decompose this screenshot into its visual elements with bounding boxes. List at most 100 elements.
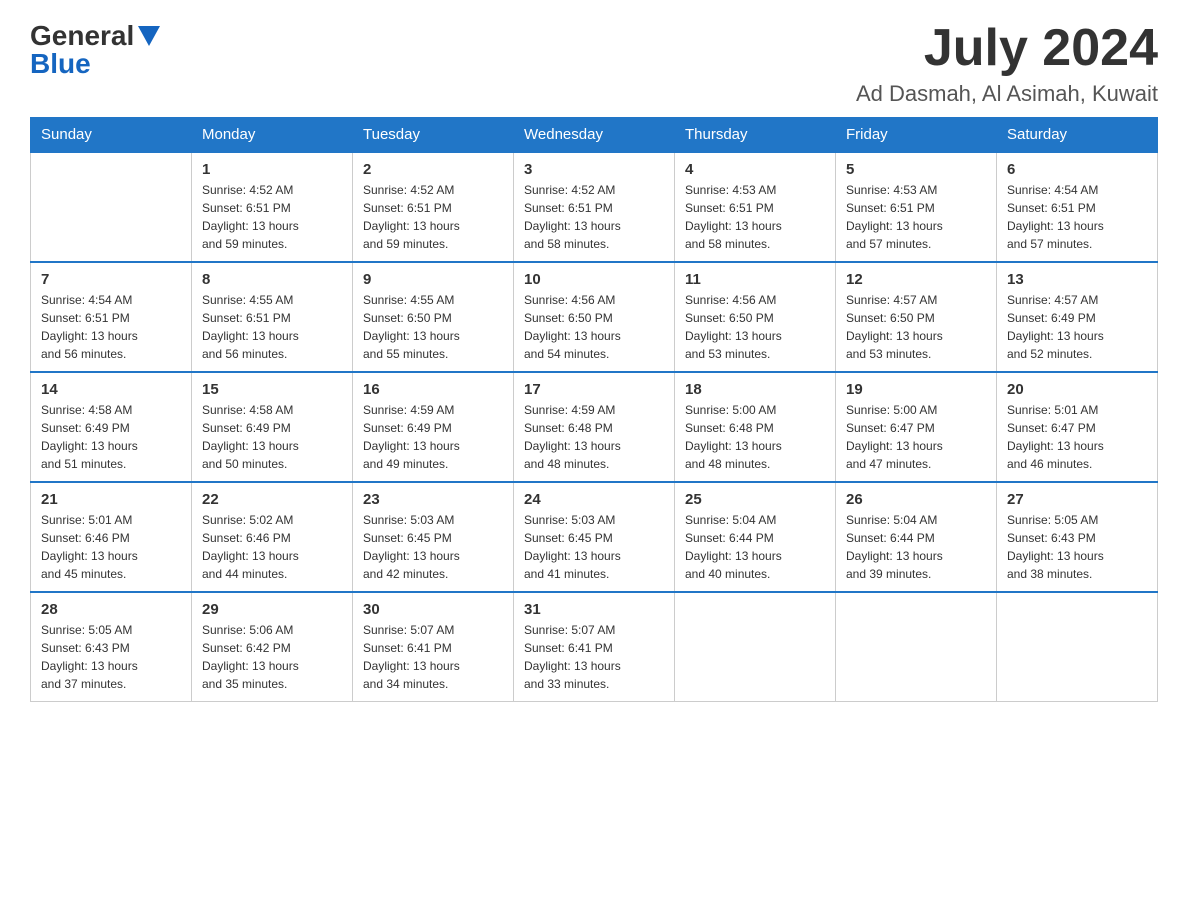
day-number: 23 (363, 491, 503, 508)
day-number: 31 (524, 601, 664, 618)
logo: General Blue (30, 20, 160, 80)
day-number: 3 (524, 161, 664, 178)
day-info: Sunrise: 4:59 AM Sunset: 6:49 PM Dayligh… (363, 401, 503, 473)
day-info: Sunrise: 4:58 AM Sunset: 6:49 PM Dayligh… (202, 401, 342, 473)
calendar-table: SundayMondayTuesdayWednesdayThursdayFrid… (30, 117, 1158, 702)
calendar-cell: 18Sunrise: 5:00 AM Sunset: 6:48 PM Dayli… (675, 372, 836, 482)
calendar-cell (675, 592, 836, 702)
calendar-cell: 11 Sunrise: 4:56 AM Sunset: 6:50 PM Dayli… (675, 262, 836, 372)
day-number: 4 (685, 161, 825, 178)
day-info: Sunrise: 4:57 AM Sunset: 6:49 PM Dayligh… (1007, 291, 1147, 363)
calendar-cell: 22Sunrise: 5:02 AM Sunset: 6:46 PM Dayli… (192, 482, 353, 592)
weekday-header-thursday: Thursday (675, 118, 836, 153)
day-info: Sunrise: 5:07 AM Sunset: 6:41 PM Dayligh… (363, 621, 503, 693)
day-number: 11 (685, 271, 825, 288)
calendar-cell: 12 Sunrise: 4:57 AM Sunset: 6:50 PM Dayli… (836, 262, 997, 372)
day-info: Sunrise: 4:52 AM Sunset: 6:51 PM Dayligh… (202, 181, 342, 253)
day-info: Sunrise: 4:59 AM Sunset: 6:48 PM Dayligh… (524, 401, 664, 473)
day-info: Sunrise: 4:54 AM Sunset: 6:51 PM Dayligh… (41, 291, 181, 363)
calendar-cell: 6 Sunrise: 4:54 AM Sunset: 6:51 PM Daylig… (997, 152, 1158, 262)
logo-blue-text: Blue (30, 48, 160, 80)
day-info: Sunrise: 4:54 AM Sunset: 6:51 PM Dayligh… (1007, 181, 1147, 253)
day-number: 16 (363, 381, 503, 398)
day-info: Sunrise: 4:52 AM Sunset: 6:51 PM Dayligh… (363, 181, 503, 253)
calendar-week-row: 7 Sunrise: 4:54 AM Sunset: 6:51 PM Daylig… (31, 262, 1158, 372)
day-info: Sunrise: 5:00 AM Sunset: 6:47 PM Dayligh… (846, 401, 986, 473)
calendar-cell: 24 Sunrise: 5:03 AM Sunset: 6:45 PM Dayli… (514, 482, 675, 592)
calendar-cell: 14 Sunrise: 4:58 AM Sunset: 6:49 PM Dayli… (31, 372, 192, 482)
calendar-cell: 15 Sunrise: 4:58 AM Sunset: 6:49 PM Dayli… (192, 372, 353, 482)
calendar-cell: 4Sunrise: 4:53 AM Sunset: 6:51 PM Daylig… (675, 152, 836, 262)
day-number: 27 (1007, 491, 1147, 508)
calendar-cell: 26 Sunrise: 5:04 AM Sunset: 6:44 PM Dayli… (836, 482, 997, 592)
day-number: 28 (41, 601, 181, 618)
day-number: 17 (524, 381, 664, 398)
day-info: Sunrise: 5:04 AM Sunset: 6:44 PM Dayligh… (685, 511, 825, 583)
calendar-cell: 13 Sunrise: 4:57 AM Sunset: 6:49 PM Dayli… (997, 262, 1158, 372)
calendar-cell: 23 Sunrise: 5:03 AM Sunset: 6:45 PM Dayli… (353, 482, 514, 592)
day-info: Sunrise: 5:03 AM Sunset: 6:45 PM Dayligh… (524, 511, 664, 583)
day-number: 25 (685, 491, 825, 508)
day-info: Sunrise: 5:06 AM Sunset: 6:42 PM Dayligh… (202, 621, 342, 693)
calendar-cell: 2 Sunrise: 4:52 AM Sunset: 6:51 PM Daylig… (353, 152, 514, 262)
weekday-header-tuesday: Tuesday (353, 118, 514, 153)
calendar-cell (836, 592, 997, 702)
day-number: 2 (363, 161, 503, 178)
day-number: 30 (363, 601, 503, 618)
calendar-cell: 5 Sunrise: 4:53 AM Sunset: 6:51 PM Daylig… (836, 152, 997, 262)
day-number: 24 (524, 491, 664, 508)
day-info: Sunrise: 4:55 AM Sunset: 6:51 PM Dayligh… (202, 291, 342, 363)
calendar-cell: 19Sunrise: 5:00 AM Sunset: 6:47 PM Dayli… (836, 372, 997, 482)
calendar-cell: 16 Sunrise: 4:59 AM Sunset: 6:49 PM Dayli… (353, 372, 514, 482)
day-number: 13 (1007, 271, 1147, 288)
calendar-week-row: 1 Sunrise: 4:52 AM Sunset: 6:51 PM Daylig… (31, 152, 1158, 262)
day-number: 29 (202, 601, 342, 618)
calendar-cell: 9Sunrise: 4:55 AM Sunset: 6:50 PM Daylig… (353, 262, 514, 372)
day-info: Sunrise: 5:03 AM Sunset: 6:45 PM Dayligh… (363, 511, 503, 583)
day-info: Sunrise: 4:58 AM Sunset: 6:49 PM Dayligh… (41, 401, 181, 473)
calendar-week-row: 14 Sunrise: 4:58 AM Sunset: 6:49 PM Dayli… (31, 372, 1158, 482)
day-number: 6 (1007, 161, 1147, 178)
day-number: 20 (1007, 381, 1147, 398)
calendar-cell: 1 Sunrise: 4:52 AM Sunset: 6:51 PM Daylig… (192, 152, 353, 262)
page-header: General Blue July 2024 Ad Dasmah, Al Asi… (30, 20, 1158, 107)
calendar-cell: 30 Sunrise: 5:07 AM Sunset: 6:41 PM Dayli… (353, 592, 514, 702)
day-info: Sunrise: 4:56 AM Sunset: 6:50 PM Dayligh… (685, 291, 825, 363)
weekday-header-wednesday: Wednesday (514, 118, 675, 153)
calendar-cell: 17 Sunrise: 4:59 AM Sunset: 6:48 PM Dayli… (514, 372, 675, 482)
calendar-cell: 7 Sunrise: 4:54 AM Sunset: 6:51 PM Daylig… (31, 262, 192, 372)
calendar-cell: 10Sunrise: 4:56 AM Sunset: 6:50 PM Dayli… (514, 262, 675, 372)
calendar-cell: 8 Sunrise: 4:55 AM Sunset: 6:51 PM Daylig… (192, 262, 353, 372)
day-number: 21 (41, 491, 181, 508)
day-info: Sunrise: 4:56 AM Sunset: 6:50 PM Dayligh… (524, 291, 664, 363)
day-number: 5 (846, 161, 986, 178)
day-number: 12 (846, 271, 986, 288)
calendar-cell: 31 Sunrise: 5:07 AM Sunset: 6:41 PM Dayli… (514, 592, 675, 702)
calendar-week-row: 21Sunrise: 5:01 AM Sunset: 6:46 PM Dayli… (31, 482, 1158, 592)
day-number: 26 (846, 491, 986, 508)
day-number: 15 (202, 381, 342, 398)
day-info: Sunrise: 5:04 AM Sunset: 6:44 PM Dayligh… (846, 511, 986, 583)
calendar-cell (997, 592, 1158, 702)
day-number: 14 (41, 381, 181, 398)
day-number: 1 (202, 161, 342, 178)
day-info: Sunrise: 5:07 AM Sunset: 6:41 PM Dayligh… (524, 621, 664, 693)
weekday-header-saturday: Saturday (997, 118, 1158, 153)
day-info: Sunrise: 4:53 AM Sunset: 6:51 PM Dayligh… (846, 181, 986, 253)
title-block: July 2024 Ad Dasmah, Al Asimah, Kuwait (856, 20, 1158, 107)
calendar-cell: 27 Sunrise: 5:05 AM Sunset: 6:43 PM Dayli… (997, 482, 1158, 592)
calendar-cell: 29 Sunrise: 5:06 AM Sunset: 6:42 PM Dayli… (192, 592, 353, 702)
day-info: Sunrise: 5:05 AM Sunset: 6:43 PM Dayligh… (41, 621, 181, 693)
calendar-cell (31, 152, 192, 262)
day-info: Sunrise: 4:57 AM Sunset: 6:50 PM Dayligh… (846, 291, 986, 363)
logo-arrow-icon (138, 26, 160, 51)
day-info: Sunrise: 4:52 AM Sunset: 6:51 PM Dayligh… (524, 181, 664, 253)
calendar-cell: 21Sunrise: 5:01 AM Sunset: 6:46 PM Dayli… (31, 482, 192, 592)
day-number: 8 (202, 271, 342, 288)
day-number: 9 (363, 271, 503, 288)
day-number: 7 (41, 271, 181, 288)
day-info: Sunrise: 5:00 AM Sunset: 6:48 PM Dayligh… (685, 401, 825, 473)
day-info: Sunrise: 5:05 AM Sunset: 6:43 PM Dayligh… (1007, 511, 1147, 583)
calendar-cell: 20Sunrise: 5:01 AM Sunset: 6:47 PM Dayli… (997, 372, 1158, 482)
day-number: 22 (202, 491, 342, 508)
